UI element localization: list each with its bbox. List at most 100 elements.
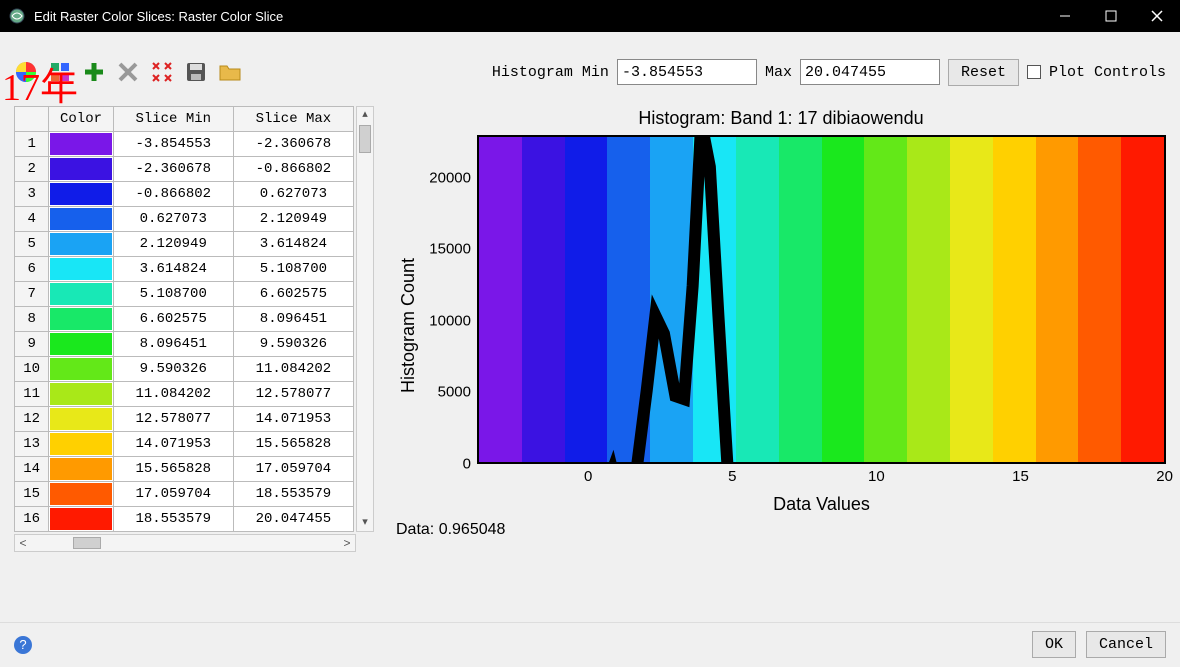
close-button[interactable]	[1134, 0, 1180, 32]
table-row[interactable]: 1517.05970418.553579	[15, 482, 354, 507]
table-row[interactable]: 16 18.55357920.047455	[15, 507, 354, 532]
col-min[interactable]: Slice Min	[113, 107, 233, 132]
reset-button[interactable]: Reset	[948, 59, 1019, 86]
color-swatch-cell[interactable]	[49, 432, 113, 457]
slice-min-cell[interactable]: 5.108700	[113, 282, 233, 307]
row-number[interactable]: 4	[15, 207, 49, 232]
scroll-thumb-h[interactable]	[73, 537, 101, 549]
slice-min-cell[interactable]: 11.084202	[113, 382, 233, 407]
slice-min-cell[interactable]: 18.553579	[113, 507, 233, 532]
slice-min-cell[interactable]: 0.627073	[113, 207, 233, 232]
slice-min-cell[interactable]: 8.096451	[113, 332, 233, 357]
cancel-button[interactable]: Cancel	[1086, 631, 1166, 658]
row-number[interactable]: 6	[15, 257, 49, 282]
scroll-right-icon[interactable]: >	[339, 536, 355, 550]
add-icon[interactable]	[82, 60, 106, 84]
ok-button[interactable]: OK	[1032, 631, 1076, 658]
row-number[interactable]: 16	[15, 507, 49, 532]
row-number[interactable]: 13	[15, 432, 49, 457]
slice-max-cell[interactable]: 17.059704	[233, 457, 353, 482]
slice-max-cell[interactable]: -2.360678	[233, 132, 353, 157]
table-horizontal-scrollbar[interactable]: < >	[14, 534, 356, 552]
slice-max-cell[interactable]: 5.108700	[233, 257, 353, 282]
row-number[interactable]: 2	[15, 157, 49, 182]
color-swatch-cell[interactable]	[49, 207, 113, 232]
table-row[interactable]: 6 3.6148245.108700	[15, 257, 354, 282]
slice-min-cell[interactable]: 3.614824	[113, 257, 233, 282]
row-number[interactable]: 5	[15, 232, 49, 257]
maximize-button[interactable]	[1088, 0, 1134, 32]
slice-max-cell[interactable]: 0.627073	[233, 182, 353, 207]
minimize-button[interactable]	[1042, 0, 1088, 32]
table-row[interactable]: 109.59032611.084202	[15, 357, 354, 382]
slice-min-cell[interactable]: -2.360678	[113, 157, 233, 182]
slice-min-cell[interactable]: 15.565828	[113, 457, 233, 482]
row-number[interactable]: 9	[15, 332, 49, 357]
table-row[interactable]: 1 -3.854553-2.360678	[15, 132, 354, 157]
row-number[interactable]: 3	[15, 182, 49, 207]
color-swatch-cell[interactable]	[49, 157, 113, 182]
row-number[interactable]: 10	[15, 357, 49, 382]
color-swatch-cell[interactable]	[49, 182, 113, 207]
slice-max-cell[interactable]: 11.084202	[233, 357, 353, 382]
slice-max-cell[interactable]: 14.071953	[233, 407, 353, 432]
color-swatch-cell[interactable]	[49, 282, 113, 307]
color-swatch-cell[interactable]	[49, 132, 113, 157]
row-number[interactable]: 1	[15, 132, 49, 157]
color-swatch-cell[interactable]	[49, 257, 113, 282]
color-swatch-cell[interactable]	[49, 482, 113, 507]
table-row[interactable]: 4 0.6270732.120949	[15, 207, 354, 232]
slice-min-cell[interactable]: 2.120949	[113, 232, 233, 257]
slice-max-cell[interactable]: 3.614824	[233, 232, 353, 257]
table-row[interactable]: 5 2.1209493.614824	[15, 232, 354, 257]
table-row[interactable]: 2 -2.360678-0.866802	[15, 157, 354, 182]
slice-max-cell[interactable]: 15.565828	[233, 432, 353, 457]
chart-plot-area[interactable]	[477, 135, 1166, 464]
palette-icon[interactable]	[48, 60, 72, 84]
slice-max-cell[interactable]: 6.602575	[233, 282, 353, 307]
help-icon[interactable]: ?	[14, 636, 32, 654]
color-swatch-cell[interactable]	[49, 232, 113, 257]
table-row[interactable]: 3 -0.8668020.627073	[15, 182, 354, 207]
hist-max-input[interactable]	[800, 59, 940, 85]
color-swatch-cell[interactable]	[49, 332, 113, 357]
slice-min-cell[interactable]: 17.059704	[113, 482, 233, 507]
slice-max-cell[interactable]: 12.578077	[233, 382, 353, 407]
color-swatch-cell[interactable]	[49, 407, 113, 432]
slice-max-cell[interactable]: 20.047455	[233, 507, 353, 532]
row-number[interactable]: 11	[15, 382, 49, 407]
slice-max-cell[interactable]: 8.096451	[233, 307, 353, 332]
scroll-left-icon[interactable]: <	[15, 536, 31, 550]
slice-min-cell[interactable]: -0.866802	[113, 182, 233, 207]
slice-max-cell[interactable]: 2.120949	[233, 207, 353, 232]
col-max[interactable]: Slice Max	[233, 107, 353, 132]
color-swatch-cell[interactable]	[49, 357, 113, 382]
slice-min-cell[interactable]: -3.854553	[113, 132, 233, 157]
hist-min-input[interactable]	[617, 59, 757, 85]
table-row[interactable]: 13 14.07195315.565828	[15, 432, 354, 457]
table-row[interactable]: 86.6025758.096451	[15, 307, 354, 332]
clear-all-icon[interactable]	[150, 60, 174, 84]
colorwheel-icon[interactable]	[14, 60, 38, 84]
delete-icon[interactable]	[116, 60, 140, 84]
slice-min-cell[interactable]: 12.578077	[113, 407, 233, 432]
open-folder-icon[interactable]	[218, 60, 242, 84]
slice-min-cell[interactable]: 14.071953	[113, 432, 233, 457]
save-icon[interactable]	[184, 60, 208, 84]
slice-max-cell[interactable]: -0.866802	[233, 157, 353, 182]
row-number[interactable]: 8	[15, 307, 49, 332]
scroll-down-icon[interactable]: ▾	[357, 515, 373, 531]
row-number[interactable]: 14	[15, 457, 49, 482]
color-swatch-cell[interactable]	[49, 507, 113, 532]
scroll-thumb[interactable]	[359, 125, 371, 153]
table-vertical-scrollbar[interactable]: ▴ ▾	[356, 106, 374, 532]
color-swatch-cell[interactable]	[49, 457, 113, 482]
table-row[interactable]: 11 11.08420212.578077	[15, 382, 354, 407]
table-row[interactable]: 12 12.57807714.071953	[15, 407, 354, 432]
plot-controls-checkbox[interactable]	[1027, 65, 1041, 79]
row-number[interactable]: 7	[15, 282, 49, 307]
slice-max-cell[interactable]: 18.553579	[233, 482, 353, 507]
row-number[interactable]: 12	[15, 407, 49, 432]
table-row[interactable]: 98.0964519.590326	[15, 332, 354, 357]
scroll-up-icon[interactable]: ▴	[357, 107, 373, 123]
